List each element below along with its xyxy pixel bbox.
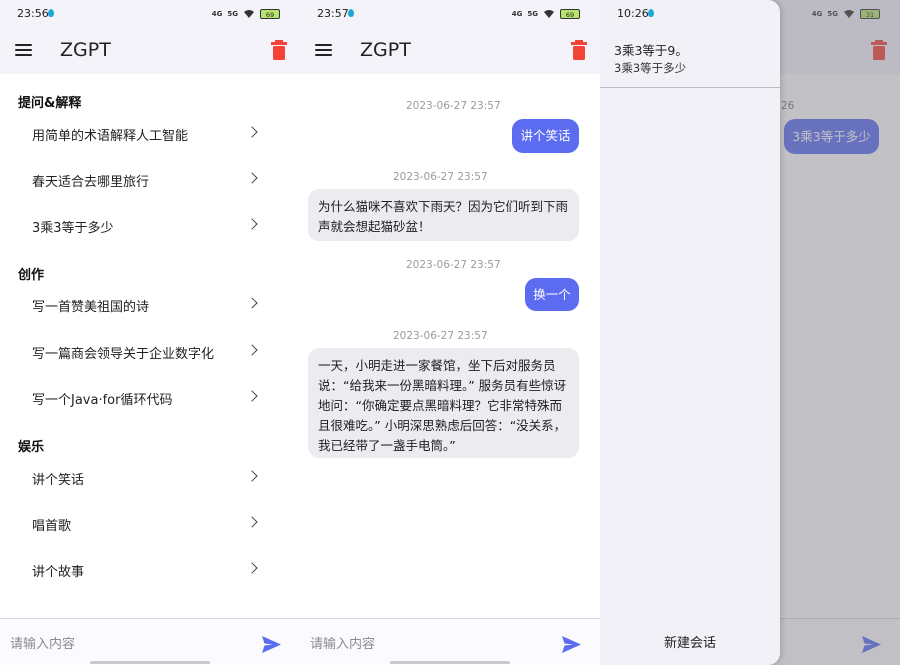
- divider: [600, 87, 780, 88]
- bot-message-bubble: 一天，小明走进一家餐馆，坐下后对服务员说：“给我来一份黑暗料理。” 服务员有些惊…: [308, 348, 579, 458]
- navigation-drawer: 10:26 3乘3等于9。 3乘3等于多少 新建会话: [600, 0, 780, 665]
- chevron-right-icon: [246, 218, 258, 230]
- send-icon[interactable]: [562, 636, 581, 653]
- prompt-item-label: 讲个故事: [32, 565, 85, 580]
- delete-icon[interactable]: [271, 40, 287, 60]
- conversation-subtitle: 3乘3等于多少: [614, 61, 687, 75]
- prompt-item-label: 写一篇商会领导关于企业数字化: [32, 347, 215, 362]
- prompt-item[interactable]: 写一首赞美祖国的诗: [0, 284, 280, 324]
- chevron-right-icon: [246, 126, 258, 138]
- app-notification-icon: [48, 9, 54, 17]
- chevron-right-icon: [246, 344, 258, 356]
- prompt-item[interactable]: 用简单的术语解释人工智能: [0, 113, 280, 153]
- prompt-item-label: 写一首赞美祖国的诗: [32, 300, 150, 315]
- prompt-item[interactable]: 3乘3等于多少: [0, 205, 280, 245]
- chevron-right-icon: [246, 172, 258, 184]
- wifi-icon: [544, 10, 554, 18]
- app-bar: ZGPT: [0, 28, 300, 74]
- status-bar: 23:57 4G 5G 69: [300, 0, 600, 28]
- signal-4g-icon: 4G: [211, 10, 223, 18]
- menu-icon[interactable]: [315, 44, 332, 57]
- prompt-item-label: 写一个Java·for循环代码: [32, 393, 173, 408]
- chevron-right-icon: [246, 516, 258, 528]
- chevron-right-icon: [246, 297, 258, 309]
- prompt-item-label: 3乘3等于多少: [32, 221, 114, 236]
- prompt-item[interactable]: 讲个笑话: [0, 457, 280, 497]
- chat-screen: 23:57 4G 5G 69 ZGPT 2023-06-27 23:57 讲个笑…: [300, 0, 600, 665]
- app-title: ZGPT: [60, 39, 111, 61]
- app-bar: ZGPT: [300, 28, 600, 74]
- new-chat-button[interactable]: 新建会话: [600, 632, 780, 651]
- message-input[interactable]: [8, 631, 242, 657]
- gesture-handle: [390, 661, 510, 664]
- signal-5g-icon: 5G: [527, 10, 538, 18]
- battery-icon: 69: [260, 9, 280, 19]
- status-icons: 4G 5G 69: [512, 8, 580, 20]
- prompt-item[interactable]: 讲个故事: [0, 549, 280, 589]
- prompt-item-label: 春天适合去哪里旅行: [32, 175, 150, 190]
- delete-icon[interactable]: [571, 40, 587, 60]
- conversation-item[interactable]: 3乘3等于9。 3乘3等于多少: [600, 30, 780, 86]
- bot-message-bubble: 为什么猫咪不喜欢下雨天？因为它们听到下雨声就会想起猫砂盆！: [308, 189, 579, 241]
- prompt-item[interactable]: 唱首歌: [0, 503, 280, 543]
- status-time: 23:57: [317, 7, 349, 20]
- section-title-create: 创作: [18, 268, 45, 283]
- section-title-fun: 娱乐: [18, 440, 45, 455]
- send-icon[interactable]: [262, 636, 281, 653]
- input-bar: [300, 618, 600, 665]
- section-title-qa: 提问&解释: [18, 96, 82, 111]
- app-notification-icon: [348, 9, 354, 17]
- prompt-item-label: 讲个笑话: [32, 473, 85, 488]
- menu-icon[interactable]: [15, 44, 32, 57]
- message-timestamp: 2023-06-27 23:57: [406, 100, 501, 112]
- message-timestamp: 2023-06-27 23:57: [406, 259, 501, 271]
- status-time: 10:26: [617, 7, 649, 20]
- user-message-bubble: 讲个笑话: [512, 119, 579, 153]
- prompt-item[interactable]: 写一个Java·for循环代码: [0, 377, 280, 417]
- user-message-bubble: 换一个: [525, 278, 579, 311]
- prompt-item-label: 唱首歌: [32, 519, 72, 534]
- prompt-item[interactable]: 春天适合去哪里旅行: [0, 159, 280, 199]
- prompt-list-screen: 23:56 4G 5G 69 ZGPT 提问&解释 用简单的术语解释人工智能 春…: [0, 0, 300, 665]
- signal-4g-icon: 4G: [511, 10, 523, 18]
- status-time: 23:56: [17, 7, 49, 20]
- status-bar: 23:56 4G 5G 69: [0, 0, 300, 28]
- input-bar: [0, 618, 300, 665]
- message-timestamp: 2023-06-27 23:57: [393, 171, 488, 183]
- chevron-right-icon: [246, 470, 258, 482]
- app-title: ZGPT: [360, 39, 411, 61]
- status-icons: 4G 5G 69: [212, 8, 280, 20]
- gesture-handle: [90, 661, 210, 664]
- app-notification-icon: [648, 9, 654, 17]
- chevron-right-icon: [246, 562, 258, 574]
- message-input[interactable]: [308, 631, 542, 657]
- conversation-title: 3乘3等于9。: [614, 43, 688, 58]
- prompt-item-label: 用简单的术语解释人工智能: [32, 129, 189, 144]
- signal-5g-icon: 5G: [227, 10, 238, 18]
- prompt-item[interactable]: 写一篇商会领导关于企业数字化: [0, 331, 280, 371]
- battery-icon: 69: [560, 9, 580, 19]
- drawer-screen: 4G 5G 31 26 3乘3等于多少 10:26 3乘3等于9。 3乘3等于多…: [600, 0, 900, 665]
- wifi-icon: [244, 10, 254, 18]
- message-timestamp: 2023-06-27 23:57: [393, 330, 488, 342]
- chevron-right-icon: [246, 390, 258, 402]
